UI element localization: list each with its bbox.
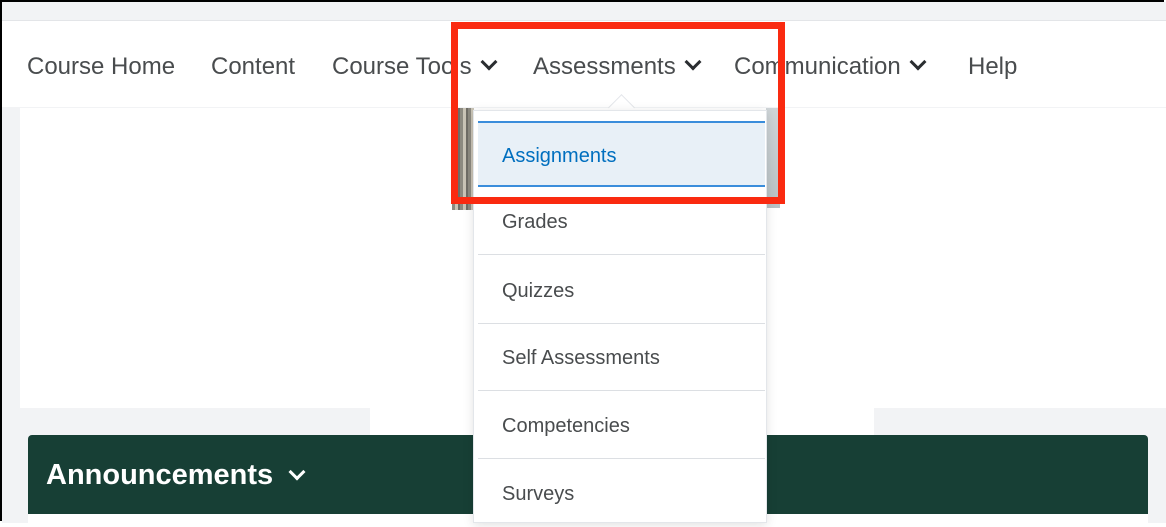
chevron-down-icon — [909, 53, 927, 71]
chevron-down-icon — [288, 463, 306, 481]
announcements-title: Announcements — [46, 459, 274, 491]
nav-course-home[interactable]: Course Home — [27, 50, 175, 84]
menu-item-label: Competencies — [502, 415, 630, 437]
nav-help[interactable]: Help — [968, 50, 1017, 84]
menu-item-quizzes[interactable]: Quizzes — [478, 258, 765, 324]
nav-content[interactable]: Content — [211, 50, 295, 84]
nav-course-home-label: Course Home — [27, 53, 176, 80]
menu-item-label: Grades — [502, 211, 568, 233]
menu-item-competencies[interactable]: Competencies — [478, 393, 765, 459]
menu-item-label: Quizzes — [502, 280, 575, 302]
menu-item-label: Self Assessments — [502, 347, 660, 369]
menu-item-label: Surveys — [502, 483, 575, 505]
menu-item-self-assessments[interactable]: Self Assessments — [478, 325, 765, 391]
nav-content-label: Content — [211, 53, 296, 80]
menu-item-surveys[interactable]: Surveys — [478, 461, 765, 527]
annotation-highlight-box — [451, 22, 785, 204]
nav-help-label: Help — [968, 53, 1018, 80]
announcements-menu-button[interactable]: Announcements — [46, 455, 306, 495]
